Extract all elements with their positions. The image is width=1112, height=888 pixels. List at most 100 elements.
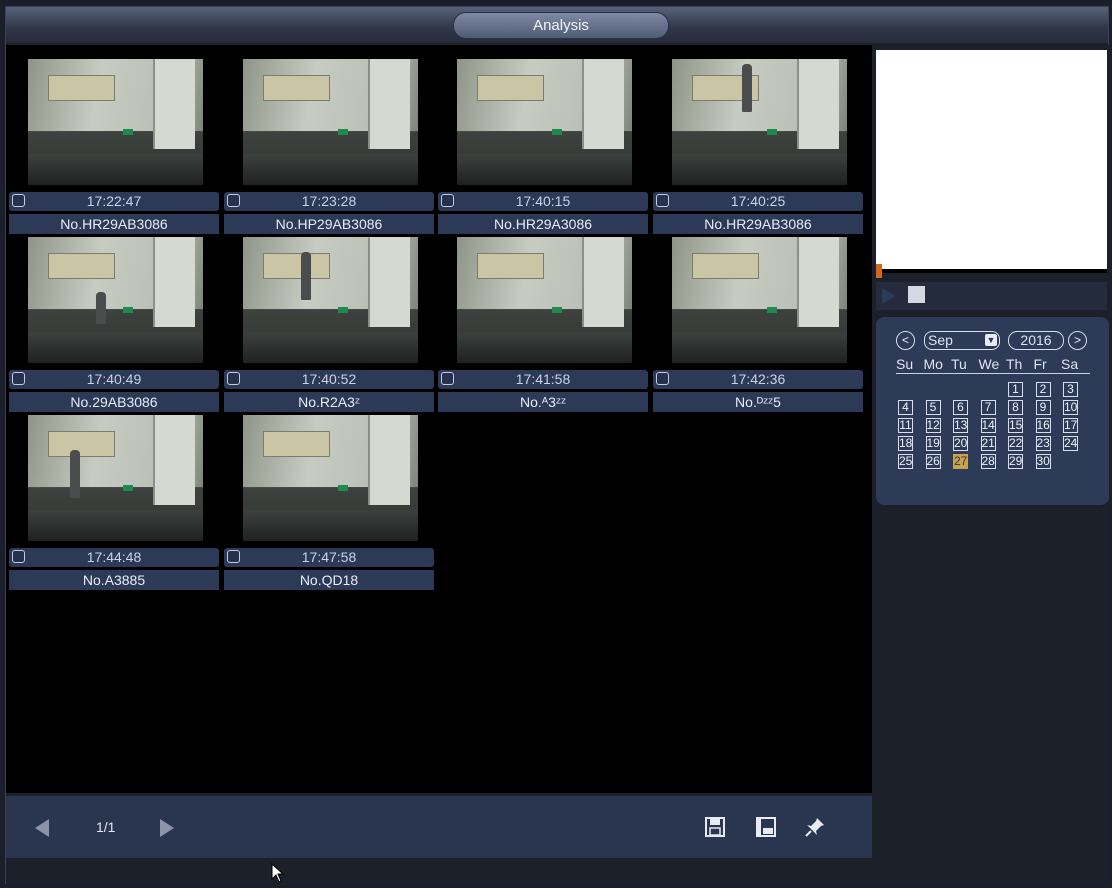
thumbnail-door (368, 59, 410, 149)
calendar-day[interactable]: 1 (1008, 382, 1023, 397)
calendar-day[interactable]: 16 (1035, 418, 1051, 433)
calendar-day[interactable]: 18 (898, 436, 913, 451)
calendar-day[interactable]: 15 (1008, 418, 1023, 433)
calendar-day[interactable]: 11 (898, 418, 913, 433)
result-plate: No.A3885 (9, 570, 219, 590)
chevron-right-icon[interactable] (160, 819, 174, 837)
calendar-day[interactable]: 10 (1063, 400, 1078, 415)
result-thumbnail[interactable] (28, 59, 203, 185)
weekday-label: Tu (951, 356, 967, 372)
thumbnail-door (153, 415, 195, 505)
month-value: Sep (928, 332, 953, 348)
bottom-toolbar: 1/1 (6, 796, 872, 858)
thumbnail-door (153, 237, 195, 327)
calendar-day[interactable]: 25 (898, 454, 913, 469)
thumbnail-floor (457, 154, 632, 185)
weekday-label: Th (1006, 356, 1023, 372)
result-time-row: 17:40:25 (653, 192, 863, 211)
calendar-next-icon[interactable]: > (1068, 331, 1087, 350)
result-thumbnail[interactable] (672, 59, 847, 185)
calendar-day[interactable]: 30 (1035, 454, 1051, 469)
playback-controls (876, 282, 1107, 310)
thumbnail-door (153, 59, 195, 149)
thumbnail-door (582, 237, 624, 327)
calendar-day[interactable]: 9 (1035, 400, 1051, 415)
year-select[interactable]: 2016 (1008, 331, 1064, 350)
thumbnail-person (70, 450, 80, 498)
play-icon[interactable] (882, 288, 896, 304)
calendar-day[interactable]: 13 (953, 418, 968, 433)
thumbnail-board (48, 431, 115, 457)
thumbnail-floor (243, 510, 418, 541)
result-time: 17:22:47 (86, 193, 142, 209)
title-bar: Analysis (6, 7, 1108, 43)
thumbnail-person (301, 252, 311, 300)
film-backup-icon[interactable] (754, 815, 778, 839)
result-plate: No.29AB3086 (9, 392, 219, 412)
result-time-row: 17:40:52 (224, 370, 434, 389)
video-preview (876, 50, 1107, 269)
result-time-row: 17:42:36 (653, 370, 863, 389)
weekday-label: Sa (1061, 356, 1079, 372)
pin-icon[interactable] (803, 815, 827, 839)
result-thumbnail[interactable] (28, 237, 203, 363)
weekday-header: Su Mo Tu We Th Fr Sa (896, 356, 1090, 374)
progress-handle[interactable] (876, 264, 882, 278)
calendar: < Sep ▼ 2016 > Su Mo Tu We Th Fr Sa 1234567891… (876, 317, 1109, 505)
result-time: 17:47:58 (301, 549, 357, 565)
analysis-window: Analysis 17:22:47 No.HR29AB3086 17:23:28 No… (5, 6, 1110, 885)
calendar-prev-icon[interactable]: < (896, 331, 915, 350)
calendar-day[interactable]: 29 (1008, 454, 1023, 469)
calendar-day[interactable]: 27 (953, 454, 968, 469)
result-thumbnail[interactable] (28, 415, 203, 541)
thumbnail-exit-sign (552, 307, 562, 313)
result-thumbnail[interactable] (243, 237, 418, 363)
calendar-day[interactable]: 24 (1063, 436, 1078, 451)
calendar-day[interactable]: 12 (925, 418, 941, 433)
save-icon[interactable] (703, 815, 727, 839)
calendar-day[interactable]: 23 (1035, 436, 1051, 451)
calendar-day[interactable]: 19 (925, 436, 941, 451)
calendar-day[interactable]: 6 (953, 400, 968, 415)
month-select[interactable]: Sep ▼ (924, 331, 1000, 350)
calendar-day[interactable]: 2 (1035, 382, 1051, 397)
thumbnail-board (263, 253, 330, 279)
thumbnail-floor (28, 332, 203, 363)
results-grid: 17:22:47 No.HR29AB3086 17:23:28 No.HP29AB30… (6, 45, 872, 793)
result-thumbnail[interactable] (243, 415, 418, 541)
result-time-row: 17:41:58 (438, 370, 648, 389)
thumbnail-exit-sign (123, 307, 133, 313)
calendar-day[interactable]: 5 (925, 400, 941, 415)
calendar-day[interactable]: 4 (898, 400, 913, 415)
thumbnail-board (263, 431, 330, 457)
thumbnail-board (477, 253, 544, 279)
stop-icon[interactable] (908, 286, 925, 303)
calendar-header: < Sep ▼ 2016 > (896, 331, 1096, 351)
result-time: 17:40:25 (730, 193, 786, 209)
result-time-row: 17:44:48 (9, 548, 219, 567)
calendar-day[interactable]: 20 (953, 436, 968, 451)
result-thumbnail[interactable] (457, 59, 632, 185)
playback-progress-bar[interactable] (876, 269, 1107, 273)
calendar-day[interactable]: 7 (980, 400, 996, 415)
chevron-left-icon[interactable] (35, 819, 49, 837)
result-thumbnail[interactable] (672, 237, 847, 363)
calendar-day[interactable]: 14 (980, 418, 996, 433)
thumbnail-floor (672, 154, 847, 185)
thumbnail-exit-sign (123, 129, 133, 135)
result-plate: No.HR29AB3086 (653, 214, 863, 234)
thumbnail-floor (28, 154, 203, 185)
result-thumbnail[interactable] (457, 237, 632, 363)
weekday-label: We (978, 356, 1000, 372)
calendar-day[interactable]: 28 (980, 454, 996, 469)
calendar-day[interactable]: 22 (1008, 436, 1023, 451)
calendar-day[interactable]: 3 (1063, 382, 1078, 397)
calendar-day[interactable]: 8 (1008, 400, 1023, 415)
thumbnail-exit-sign (338, 485, 348, 491)
calendar-day[interactable]: 17 (1063, 418, 1078, 433)
thumbnail-door (797, 59, 839, 149)
calendar-day[interactable]: 26 (925, 454, 941, 469)
result-thumbnail[interactable] (243, 59, 418, 185)
chevron-down-icon[interactable]: ▼ (985, 334, 997, 346)
calendar-day[interactable]: 21 (980, 436, 996, 451)
